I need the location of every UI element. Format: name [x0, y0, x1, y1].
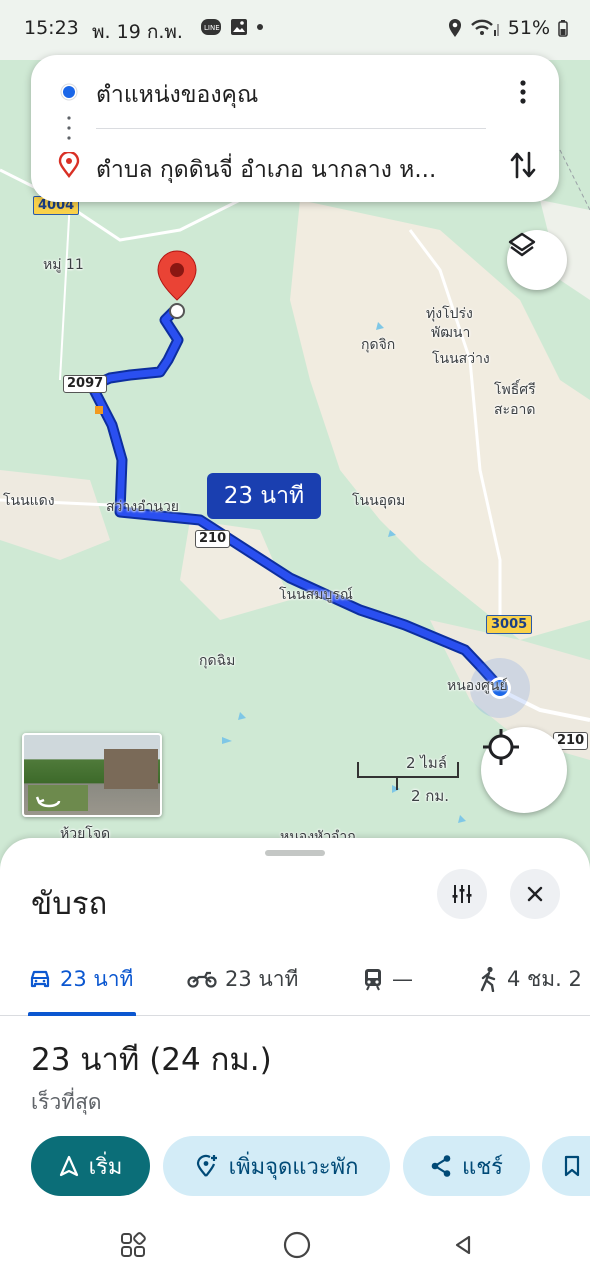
- tab-walking[interactable]: 4 ชม. 2: [479, 943, 582, 1015]
- sheet-drag-handle[interactable]: [265, 850, 325, 856]
- route-options-button[interactable]: [437, 869, 487, 919]
- destination-pin-icon: [58, 152, 80, 178]
- motorcycle-icon: [187, 971, 217, 988]
- tab-motorcycle-label: 23 นาที: [225, 966, 299, 991]
- more-options-icon[interactable]: [519, 79, 527, 105]
- home-button[interactable]: [280, 1228, 314, 1262]
- home-icon: [283, 1231, 311, 1259]
- recent-apps-button[interactable]: [116, 1228, 150, 1262]
- share-label: แชร์: [462, 1154, 503, 1180]
- route-duration: 23 นาที (24 กม.): [31, 1042, 272, 1078]
- svg-text:LINE: LINE: [204, 24, 220, 32]
- map-label: โนนสมบูรณ์: [279, 587, 353, 603]
- tab-transit-label: —: [392, 967, 413, 991]
- tab-driving-label: 23 นาที: [60, 966, 134, 991]
- street-view-thumbnail[interactable]: [22, 733, 162, 817]
- wifi-signal-icon: [470, 19, 499, 36]
- car-icon: [30, 970, 50, 988]
- tab-walking-label: 4 ชม. 2: [507, 966, 582, 991]
- map-label: หนองศูนย์: [447, 678, 508, 694]
- train-icon: [365, 969, 381, 991]
- share-icon: [431, 1155, 451, 1177]
- close-button[interactable]: [510, 869, 560, 919]
- action-buttons: เริ่ม เพิ่มจุดแวะพัก แชร์: [0, 1136, 590, 1198]
- save-button[interactable]: [542, 1136, 590, 1196]
- crosshair-icon: [483, 729, 519, 765]
- travel-mode-tabs: 23 นาที 23 นาที — 4 ชม. 2: [0, 943, 590, 1016]
- swap-direction-icon[interactable]: [509, 150, 537, 180]
- tab-transit[interactable]: —: [362, 943, 413, 1015]
- notification-dot-icon: [257, 24, 263, 30]
- bookmark-icon: [564, 1155, 580, 1177]
- battery-icon: [558, 20, 568, 37]
- road-shield: 210: [195, 530, 231, 548]
- map-label: โนนสว่าง: [432, 351, 490, 367]
- map-label: ทุ่งโปร่ง: [426, 306, 473, 322]
- back-icon: [455, 1235, 471, 1255]
- add-location-icon: [196, 1154, 217, 1177]
- my-location-button[interactable]: [481, 727, 567, 813]
- status-bar: 15:23 พ. 19 ก.พ. LINE 51%: [0, 0, 590, 56]
- add-stop-label: เพิ่มจุดแวะพัก: [228, 1154, 359, 1180]
- route-card: ตำแหน่งของคุณ ตำบล กุดดินจี่ อำเภอ นากลา…: [31, 55, 559, 202]
- scale-miles: 2 ไมล์: [406, 754, 447, 772]
- map-label: พัฒนา: [431, 325, 471, 341]
- walking-icon: [480, 966, 496, 992]
- origin-dot-icon: [60, 83, 78, 101]
- location-icon: [448, 19, 461, 37]
- start-button[interactable]: เริ่ม: [31, 1136, 150, 1196]
- road-shield: 2097: [63, 375, 108, 393]
- scale-km: 2 กม.: [411, 787, 450, 805]
- sheet-title: ขับรถ: [31, 886, 108, 922]
- road-shield: 3005: [486, 615, 533, 634]
- start-button-label: เริ่ม: [88, 1154, 123, 1180]
- status-date: พ. 19 ก.พ.: [92, 21, 183, 43]
- add-stop-button[interactable]: เพิ่มจุดแวะพัก: [163, 1136, 390, 1196]
- status-time: 15:23: [24, 17, 79, 39]
- map-label: สว่างอำนวย: [106, 499, 180, 515]
- route-eta-bubble[interactable]: 23 นาที: [207, 473, 321, 519]
- layers-button[interactable]: [507, 230, 567, 290]
- active-tab-indicator: [28, 1012, 136, 1016]
- destination-field[interactable]: ตำบล กุดดินจี่ อำเภอ นากลาง ห...: [96, 152, 436, 188]
- divider: [96, 128, 486, 129]
- tune-icon: [452, 885, 472, 903]
- map-label: กุดจิก: [361, 337, 396, 353]
- share-button[interactable]: แชร์: [403, 1136, 530, 1196]
- map-label: โนนแดง: [3, 493, 55, 509]
- route-note: เร็วที่สุด: [31, 1090, 102, 1114]
- map-label: กุดฉิม: [199, 653, 236, 669]
- back-button[interactable]: [446, 1228, 480, 1262]
- street-view-rotate-icon: [35, 796, 61, 808]
- map-label: โนนอุดม: [352, 493, 406, 509]
- tab-driving[interactable]: 23 นาที: [28, 943, 133, 1015]
- layers-icon: [508, 232, 536, 257]
- line-app-icon: LINE: [201, 19, 221, 35]
- system-nav-bar: [0, 1210, 590, 1280]
- origin-field[interactable]: ตำแหน่งของคุณ: [96, 77, 258, 113]
- close-icon: [527, 886, 543, 902]
- battery-percent: 51%: [507, 17, 550, 39]
- map-label: โพธิ์ศรี: [494, 382, 536, 398]
- gallery-icon: [231, 19, 247, 35]
- route-connector-dots: [67, 116, 71, 140]
- tab-motorcycle[interactable]: 23 นาที: [187, 943, 298, 1015]
- destination-pin-icon: [157, 250, 197, 301]
- navigation-arrow-icon: [59, 1155, 78, 1177]
- map-label: สะอาด: [494, 402, 536, 418]
- map-label: หมู่ 11: [43, 257, 84, 273]
- recent-apps-icon: [121, 1232, 146, 1257]
